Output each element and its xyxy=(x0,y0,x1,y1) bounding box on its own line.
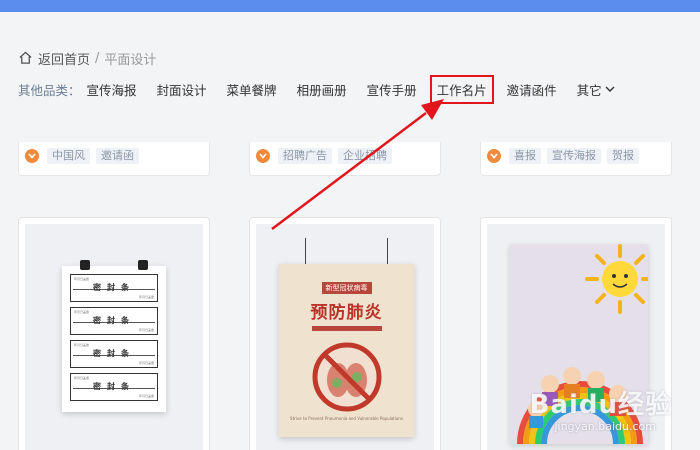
category-more-dropdown[interactable]: 其它 xyxy=(577,80,615,99)
category-item-album[interactable]: 相册画册 xyxy=(297,80,347,99)
seal-strip: 年月日盖章 密封条 年月日盖章 xyxy=(70,307,158,335)
seal-poster-image: 年月日盖章 密封条 年月日盖章 年月日盖章 密封条 年月日盖章 年月日盖章 密封… xyxy=(62,260,166,412)
template-card-partial[interactable]: 喜报 宣传海报 贺报 xyxy=(480,142,672,176)
watermark-brand: Baidu经验 xyxy=(529,390,672,420)
tag[interactable]: 宣传海报 xyxy=(547,148,601,164)
sun-icon xyxy=(585,244,648,314)
tag[interactable]: 喜报 xyxy=(509,148,541,164)
seal-strip: 年月日盖章 密封条 年月日盖章 xyxy=(70,340,158,368)
tag-badge-icon xyxy=(487,149,501,163)
tag-badge-icon xyxy=(256,149,270,163)
breadcrumb-separator: / xyxy=(95,50,100,66)
home-icon[interactable] xyxy=(18,50,34,66)
prohibited-virus-icon xyxy=(312,342,381,412)
breadcrumb: 返回首页 / 平面设计 xyxy=(18,49,157,68)
tag[interactable]: 贺报 xyxy=(607,148,639,164)
watermark-url: jingyan.baidu.com xyxy=(554,420,656,433)
tag[interactable]: 企业招聘 xyxy=(338,148,392,164)
template-card-partial[interactable]: 招聘广告 企业招聘 xyxy=(249,142,441,176)
home-link[interactable]: 返回首页 xyxy=(38,49,90,68)
template-thumbnail: 新型冠状病毒 预防肺炎 Strive to Prevent Pneumonia … xyxy=(256,224,434,450)
category-item-invitation[interactable]: 邀请函件 xyxy=(507,80,557,99)
seal-strip: 年月日盖章 密封条 年月日盖章 xyxy=(70,274,158,302)
category-item-poster[interactable]: 宣传海报 xyxy=(87,80,137,99)
breadcrumb-current: 平面设计 xyxy=(104,52,157,68)
chevron-down-icon xyxy=(605,86,615,92)
tag[interactable]: 邀请函 xyxy=(96,148,139,164)
tag[interactable]: 中国风 xyxy=(47,148,90,164)
tag[interactable]: 招聘广告 xyxy=(278,148,332,164)
poster-subtitle: 新型冠状病毒 xyxy=(321,282,372,294)
category-label: 其他品类： xyxy=(18,82,81,98)
category-item-business-card[interactable]: 工作名片 xyxy=(429,74,494,104)
category-item-brochure[interactable]: 宣传手册 xyxy=(367,80,417,99)
pneumonia-poster-image: 新型冠状病毒 预防肺炎 Strive to Prevent Pneumonia … xyxy=(279,238,414,437)
poster-title: 预防肺炎 xyxy=(310,303,383,323)
category-item-menu[interactable]: 菜单餐牌 xyxy=(227,80,277,99)
binder-clip-icon xyxy=(80,260,90,270)
template-card-pneumonia[interactable]: 新型冠状病毒 预防肺炎 Strive to Prevent Pneumonia … xyxy=(249,217,441,450)
template-card-seal[interactable]: 年月日盖章 密封条 年月日盖章 年月日盖章 密封条 年月日盖章 年月日盖章 密封… xyxy=(18,217,210,450)
template-thumbnail: 年月日盖章 密封条 年月日盖章 年月日盖章 密封条 年月日盖章 年月日盖章 密封… xyxy=(25,224,203,450)
seal-strip: 年月日盖章 密封条 年月日盖章 xyxy=(70,373,158,401)
category-item-cover[interactable]: 封面设计 xyxy=(157,80,207,99)
tag-badge-icon xyxy=(25,149,39,163)
poster-english-line: Strive to Prevent Pneumonia and Vulnerab… xyxy=(290,416,403,421)
binder-clip-icon xyxy=(138,260,148,270)
category-more-label: 其它 xyxy=(576,82,602,98)
category-bar: 其他品类： 宣传海报 封面设计 菜单餐牌 相册画册 宣传手册 工作名片 邀请函件… xyxy=(18,74,635,104)
top-bar xyxy=(0,0,700,12)
template-card-partial[interactable]: 中国风 邀请函 xyxy=(18,142,210,176)
